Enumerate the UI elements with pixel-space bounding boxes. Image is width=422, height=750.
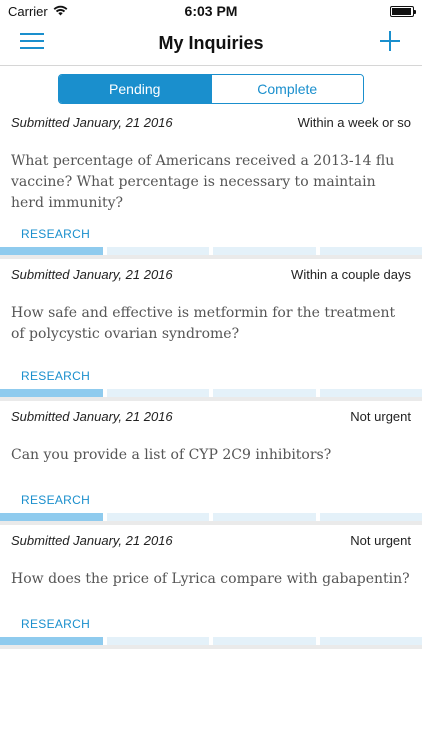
inquiry-card[interactable]: Submitted January, 21 2016 Within a week…: [0, 107, 422, 259]
plus-icon: [380, 31, 400, 56]
urgency-label: Within a week or so: [297, 114, 411, 130]
inquiry-list: Submitted January, 21 2016 Within a week…: [0, 107, 422, 649]
submitted-date: Submitted January, 21 2016: [11, 408, 173, 424]
urgency-label: Not urgent: [350, 408, 411, 424]
progress-step-done: [0, 247, 103, 255]
stage-label: RESEARCH: [21, 493, 91, 507]
progress-step-pending: [319, 513, 422, 521]
inquiry-question: What percentage of Americans received a …: [11, 153, 395, 211]
progress-step-pending: [213, 513, 316, 521]
carrier-label: Carrier: [8, 3, 48, 19]
progress-step-pending: [319, 247, 422, 255]
menu-icon: [20, 33, 44, 54]
progress-step-done: [0, 513, 103, 521]
inquiry-card[interactable]: Submitted January, 21 2016 Within a coup…: [0, 259, 422, 401]
menu-button[interactable]: [14, 26, 50, 62]
progress-bar: [0, 513, 422, 521]
status-segmented-control: Pending Complete: [58, 74, 364, 104]
tab-complete[interactable]: Complete: [210, 75, 363, 103]
inquiry-question: How safe and effective is metformin for …: [11, 305, 396, 342]
submitted-date: Submitted January, 21 2016: [11, 532, 173, 548]
inquiry-question: Can you provide a list of CYP 2C9 inhibi…: [11, 447, 332, 463]
progress-step-pending: [106, 513, 209, 521]
status-time: 6:03 PM: [184, 3, 238, 19]
progress-step-pending: [319, 637, 422, 645]
add-inquiry-button[interactable]: [372, 26, 408, 62]
submitted-date: Submitted January, 21 2016: [11, 266, 173, 282]
divider: [0, 645, 422, 649]
inquiry-header: Submitted January, 21 2016 Not urgent: [0, 525, 422, 555]
progress-step-pending: [213, 637, 316, 645]
submitted-date: Submitted January, 21 2016: [11, 114, 173, 130]
status-right: [294, 5, 416, 17]
nav-bar: My Inquiries: [0, 22, 422, 66]
progress-step-pending: [106, 389, 209, 397]
stage-label: RESEARCH: [21, 369, 91, 383]
segment-wrap: Pending Complete: [0, 66, 422, 107]
inquiry-card[interactable]: Submitted January, 21 2016 Not urgent Ho…: [0, 525, 422, 649]
progress-step-pending: [213, 247, 316, 255]
battery-icon: [389, 5, 416, 17]
progress-step-done: [0, 389, 103, 397]
progress-step-done: [0, 637, 103, 645]
progress-bar: [0, 389, 422, 397]
progress-bar: [0, 247, 422, 255]
progress-step-pending: [106, 247, 209, 255]
wifi-icon: [53, 4, 68, 19]
progress-step-pending: [213, 389, 316, 397]
progress-bar: [0, 637, 422, 645]
stage-label: RESEARCH: [21, 617, 91, 631]
progress-step-pending: [319, 389, 422, 397]
inquiry-card[interactable]: Submitted January, 21 2016 Not urgent Ca…: [0, 401, 422, 525]
page-title: My Inquiries: [158, 33, 264, 53]
urgency-label: Within a couple days: [291, 266, 411, 282]
status-left: Carrier: [8, 4, 128, 19]
status-bar: Carrier 6:03 PM: [0, 0, 422, 22]
inquiry-question: How does the price of Lyrica compare wit…: [11, 571, 410, 587]
progress-step-pending: [106, 637, 209, 645]
urgency-label: Not urgent: [350, 532, 411, 548]
inquiry-header: Submitted January, 21 2016 Within a week…: [0, 107, 422, 137]
stage-label: RESEARCH: [21, 227, 91, 241]
tab-pending[interactable]: Pending: [59, 75, 211, 103]
inquiry-header: Submitted January, 21 2016 Not urgent: [0, 401, 422, 431]
inquiry-header: Submitted January, 21 2016 Within a coup…: [0, 259, 422, 289]
